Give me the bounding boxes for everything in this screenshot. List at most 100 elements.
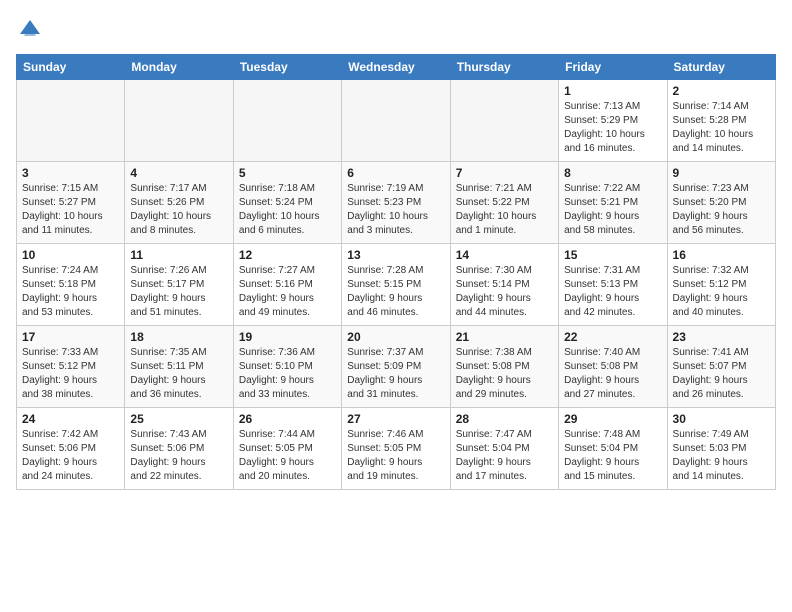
calendar-cell: 23 Sunrise: 7:41 AMSunset: 5:07 PMDayligh… <box>667 326 775 408</box>
weekday-header-sunday: Sunday <box>17 55 125 80</box>
calendar-cell: 9 Sunrise: 7:23 AMSunset: 5:20 PMDaylight… <box>667 162 775 244</box>
day-info: Sunrise: 7:43 AMSunset: 5:06 PMDaylight:… <box>130 428 227 484</box>
day-info: Sunrise: 7:17 AMSunset: 5:26 PMDaylight:… <box>130 182 227 238</box>
calendar-cell <box>233 80 341 162</box>
calendar-cell: 2 Sunrise: 7:14 AMSunset: 5:28 PMDaylight… <box>667 80 775 162</box>
day-number: 25 <box>130 412 227 426</box>
day-info: Sunrise: 7:27 AMSunset: 5:16 PMDaylight:… <box>239 264 336 320</box>
day-number: 30 <box>673 412 770 426</box>
calendar-cell: 7 Sunrise: 7:21 AMSunset: 5:22 PMDaylight… <box>450 162 558 244</box>
day-number: 1 <box>564 84 661 98</box>
day-info: Sunrise: 7:24 AMSunset: 5:18 PMDaylight:… <box>22 264 119 320</box>
day-number: 28 <box>456 412 553 426</box>
day-info: Sunrise: 7:36 AMSunset: 5:10 PMDaylight:… <box>239 346 336 402</box>
calendar-cell <box>450 80 558 162</box>
calendar-cell: 4 Sunrise: 7:17 AMSunset: 5:26 PMDaylight… <box>125 162 233 244</box>
day-number: 9 <box>673 166 770 180</box>
day-info: Sunrise: 7:21 AMSunset: 5:22 PMDaylight:… <box>456 182 553 238</box>
calendar-cell: 15 Sunrise: 7:31 AMSunset: 5:13 PMDayligh… <box>559 244 667 326</box>
day-number: 13 <box>347 248 444 262</box>
calendar-cell: 22 Sunrise: 7:40 AMSunset: 5:08 PMDayligh… <box>559 326 667 408</box>
day-info: Sunrise: 7:42 AMSunset: 5:06 PMDaylight:… <box>22 428 119 484</box>
day-info: Sunrise: 7:15 AMSunset: 5:27 PMDaylight:… <box>22 182 119 238</box>
calendar-cell: 16 Sunrise: 7:32 AMSunset: 5:12 PMDayligh… <box>667 244 775 326</box>
calendar-cell: 20Sunrise: 7:37 AMSunset: 5:09 PMDayligh… <box>342 326 450 408</box>
calendar-cell: 26 Sunrise: 7:44 AMSunset: 5:05 PMDayligh… <box>233 408 341 490</box>
calendar-table: SundayMondayTuesdayWednesdayThursdayFrid… <box>16 54 776 490</box>
calendar-cell: 13 Sunrise: 7:28 AMSunset: 5:15 PMDayligh… <box>342 244 450 326</box>
day-info: Sunrise: 7:31 AMSunset: 5:13 PMDaylight:… <box>564 264 661 320</box>
weekday-header-thursday: Thursday <box>450 55 558 80</box>
day-info: Sunrise: 7:30 AMSunset: 5:14 PMDaylight:… <box>456 264 553 320</box>
day-number: 2 <box>673 84 770 98</box>
day-info: Sunrise: 7:44 AMSunset: 5:05 PMDaylight:… <box>239 428 336 484</box>
calendar-cell: 11 Sunrise: 7:26 AMSunset: 5:17 PMDayligh… <box>125 244 233 326</box>
calendar-cell: 8Sunrise: 7:22 AMSunset: 5:21 PMDaylight… <box>559 162 667 244</box>
weekday-header-wednesday: Wednesday <box>342 55 450 80</box>
day-number: 12 <box>239 248 336 262</box>
day-info: Sunrise: 7:18 AMSunset: 5:24 PMDaylight:… <box>239 182 336 238</box>
calendar-week-row: 1Sunrise: 7:13 AMSunset: 5:29 PMDaylight… <box>17 80 776 162</box>
day-info: Sunrise: 7:35 AMSunset: 5:11 PMDaylight:… <box>130 346 227 402</box>
calendar-cell <box>342 80 450 162</box>
calendar-cell: 5 Sunrise: 7:18 AMSunset: 5:24 PMDaylight… <box>233 162 341 244</box>
day-number: 15 <box>564 248 661 262</box>
calendar-cell: 19 Sunrise: 7:36 AMSunset: 5:10 PMDayligh… <box>233 326 341 408</box>
day-number: 14 <box>456 248 553 262</box>
day-info: Sunrise: 7:28 AMSunset: 5:15 PMDaylight:… <box>347 264 444 320</box>
weekday-header-monday: Monday <box>125 55 233 80</box>
calendar-cell: 14 Sunrise: 7:30 AMSunset: 5:14 PMDayligh… <box>450 244 558 326</box>
day-number: 16 <box>673 248 770 262</box>
calendar-week-row: 17Sunrise: 7:33 AMSunset: 5:12 PMDayligh… <box>17 326 776 408</box>
day-number: 3 <box>22 166 119 180</box>
calendar-cell: 6 Sunrise: 7:19 AMSunset: 5:23 PMDaylight… <box>342 162 450 244</box>
day-number: 21 <box>456 330 553 344</box>
day-number: 6 <box>347 166 444 180</box>
day-info: Sunrise: 7:48 AMSunset: 5:04 PMDaylight:… <box>564 428 661 484</box>
day-number: 18 <box>130 330 227 344</box>
day-info: Sunrise: 7:26 AMSunset: 5:17 PMDaylight:… <box>130 264 227 320</box>
calendar-cell: 25 Sunrise: 7:43 AMSunset: 5:06 PMDayligh… <box>125 408 233 490</box>
day-info: Sunrise: 7:47 AMSunset: 5:04 PMDaylight:… <box>456 428 553 484</box>
day-number: 26 <box>239 412 336 426</box>
day-info: Sunrise: 7:41 AMSunset: 5:07 PMDaylight:… <box>673 346 770 402</box>
day-info: Sunrise: 7:32 AMSunset: 5:12 PMDaylight:… <box>673 264 770 320</box>
day-info: Sunrise: 7:14 AMSunset: 5:28 PMDaylight:… <box>673 100 770 156</box>
calendar-cell: 24 Sunrise: 7:42 AMSunset: 5:06 PMDayligh… <box>17 408 125 490</box>
day-info: Sunrise: 7:23 AMSunset: 5:20 PMDaylight:… <box>673 182 770 238</box>
calendar-cell: 3 Sunrise: 7:15 AMSunset: 5:27 PMDaylight… <box>17 162 125 244</box>
day-number: 10 <box>22 248 119 262</box>
day-info: Sunrise: 7:38 AMSunset: 5:08 PMDaylight:… <box>456 346 553 402</box>
weekday-header-row: SundayMondayTuesdayWednesdayThursdayFrid… <box>17 55 776 80</box>
day-number: 27 <box>347 412 444 426</box>
calendar-cell: 18 Sunrise: 7:35 AMSunset: 5:11 PMDayligh… <box>125 326 233 408</box>
logo <box>16 16 48 44</box>
day-info: Sunrise: 7:37 AMSunset: 5:09 PMDaylight:… <box>347 346 444 402</box>
day-number: 19 <box>239 330 336 344</box>
day-number: 11 <box>130 248 227 262</box>
day-number: 7 <box>456 166 553 180</box>
day-number: 23 <box>673 330 770 344</box>
day-info: Sunrise: 7:46 AMSunset: 5:05 PMDaylight:… <box>347 428 444 484</box>
weekday-header-tuesday: Tuesday <box>233 55 341 80</box>
page-header <box>16 16 776 44</box>
day-number: 8 <box>564 166 661 180</box>
calendar-week-row: 24 Sunrise: 7:42 AMSunset: 5:06 PMDayligh… <box>17 408 776 490</box>
calendar-cell: 17Sunrise: 7:33 AMSunset: 5:12 PMDayligh… <box>17 326 125 408</box>
calendar-cell: 21 Sunrise: 7:38 AMSunset: 5:08 PMDayligh… <box>450 326 558 408</box>
logo-icon <box>16 16 44 44</box>
calendar-cell: 1Sunrise: 7:13 AMSunset: 5:29 PMDaylight… <box>559 80 667 162</box>
day-number: 22 <box>564 330 661 344</box>
day-number: 5 <box>239 166 336 180</box>
day-number: 24 <box>22 412 119 426</box>
weekday-header-saturday: Saturday <box>667 55 775 80</box>
day-info: Sunrise: 7:33 AMSunset: 5:12 PMDaylight:… <box>22 346 119 402</box>
day-number: 29 <box>564 412 661 426</box>
day-number: 4 <box>130 166 227 180</box>
calendar-cell <box>17 80 125 162</box>
day-info: Sunrise: 7:40 AMSunset: 5:08 PMDaylight:… <box>564 346 661 402</box>
day-info: Sunrise: 7:19 AMSunset: 5:23 PMDaylight:… <box>347 182 444 238</box>
calendar-cell: 30Sunrise: 7:49 AMSunset: 5:03 PMDayligh… <box>667 408 775 490</box>
calendar-week-row: 3 Sunrise: 7:15 AMSunset: 5:27 PMDaylight… <box>17 162 776 244</box>
calendar-cell: 28 Sunrise: 7:47 AMSunset: 5:04 PMDayligh… <box>450 408 558 490</box>
